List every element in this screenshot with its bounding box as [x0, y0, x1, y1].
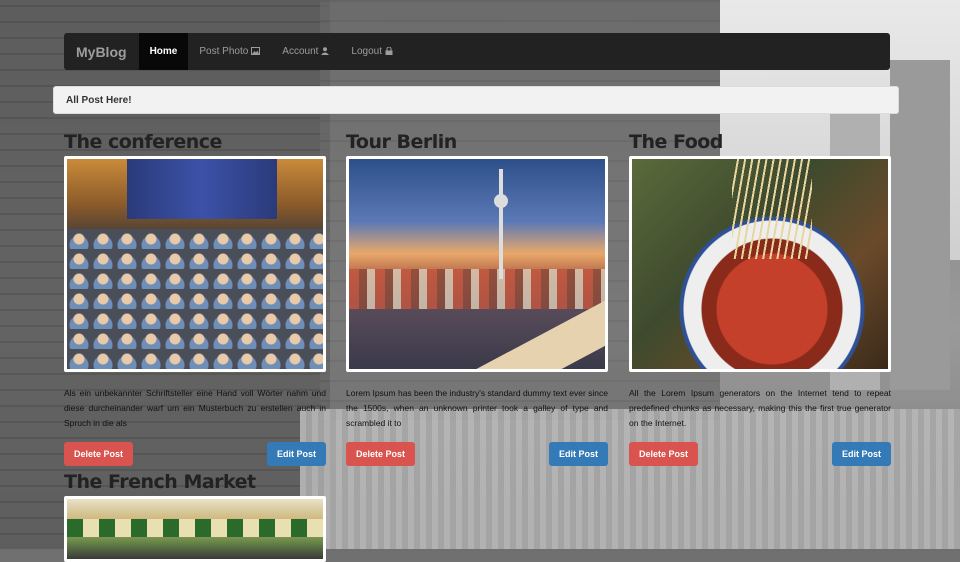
nav-logout[interactable]: Logout — [340, 33, 404, 70]
alert-text: All Post Here! — [66, 94, 132, 106]
post-text: Als ein unbekannter Schriftsteller eine … — [64, 388, 326, 428]
nav-account[interactable]: Account — [271, 33, 340, 70]
image-skewers — [732, 159, 812, 259]
edit-post-button[interactable]: Edit Post — [831, 442, 891, 466]
nav-account-label: Account — [282, 46, 319, 57]
post-actions: Delete Post Edit Post — [64, 442, 326, 466]
post-title: Tour Berlin — [346, 131, 457, 153]
background-tower — [890, 60, 950, 390]
lock-icon — [385, 46, 393, 57]
picture-icon — [251, 46, 261, 57]
post-actions: Delete Post Edit Post — [346, 442, 608, 466]
post-text: Lorem Ipsum has been the industry's stan… — [346, 388, 608, 428]
delete-post-button[interactable]: Delete Post — [346, 442, 416, 466]
image-stage — [127, 159, 277, 219]
delete-post-button[interactable]: Delete Post — [629, 442, 699, 466]
post-image — [629, 156, 891, 372]
post-title: The conference — [64, 131, 222, 153]
post-text: All the Lorem Ipsum generators on the In… — [629, 388, 891, 428]
nav-post-photo[interactable]: Post Photo — [188, 33, 271, 70]
post-card: Tour Berlin Lorem Ipsum has been the ind… — [346, 130, 608, 466]
nav-post-photo-label: Post Photo — [199, 46, 249, 57]
image-awning — [67, 519, 323, 537]
nav-home-label: Home — [149, 46, 178, 57]
user-icon — [321, 46, 330, 57]
nav-logout-label: Logout — [351, 46, 383, 57]
post-image — [346, 156, 608, 372]
brand-link[interactable]: MyBlog — [64, 33, 139, 70]
post-image — [64, 156, 326, 372]
post-card: The French Market — [64, 470, 326, 562]
navbar: MyBlog Home Post Photo Account Logout — [64, 33, 890, 70]
post-title: The Food — [629, 131, 723, 153]
alert-banner: All Post Here! — [53, 86, 899, 114]
post-image — [64, 496, 326, 562]
nav-home[interactable]: Home — [138, 33, 189, 70]
image-roofs — [349, 269, 605, 309]
post-actions: Delete Post Edit Post — [629, 442, 891, 466]
image-tower — [494, 169, 508, 279]
edit-post-button[interactable]: Edit Post — [266, 442, 326, 466]
post-card: The Food All the Lorem Ipsum generators … — [629, 130, 891, 466]
image-crowd — [67, 229, 323, 369]
post-title: The French Market — [64, 471, 256, 493]
edit-post-button[interactable]: Edit Post — [548, 442, 608, 466]
post-card: The conference Als ein unbekannter Schri… — [64, 130, 326, 466]
delete-post-button[interactable]: Delete Post — [64, 442, 134, 466]
